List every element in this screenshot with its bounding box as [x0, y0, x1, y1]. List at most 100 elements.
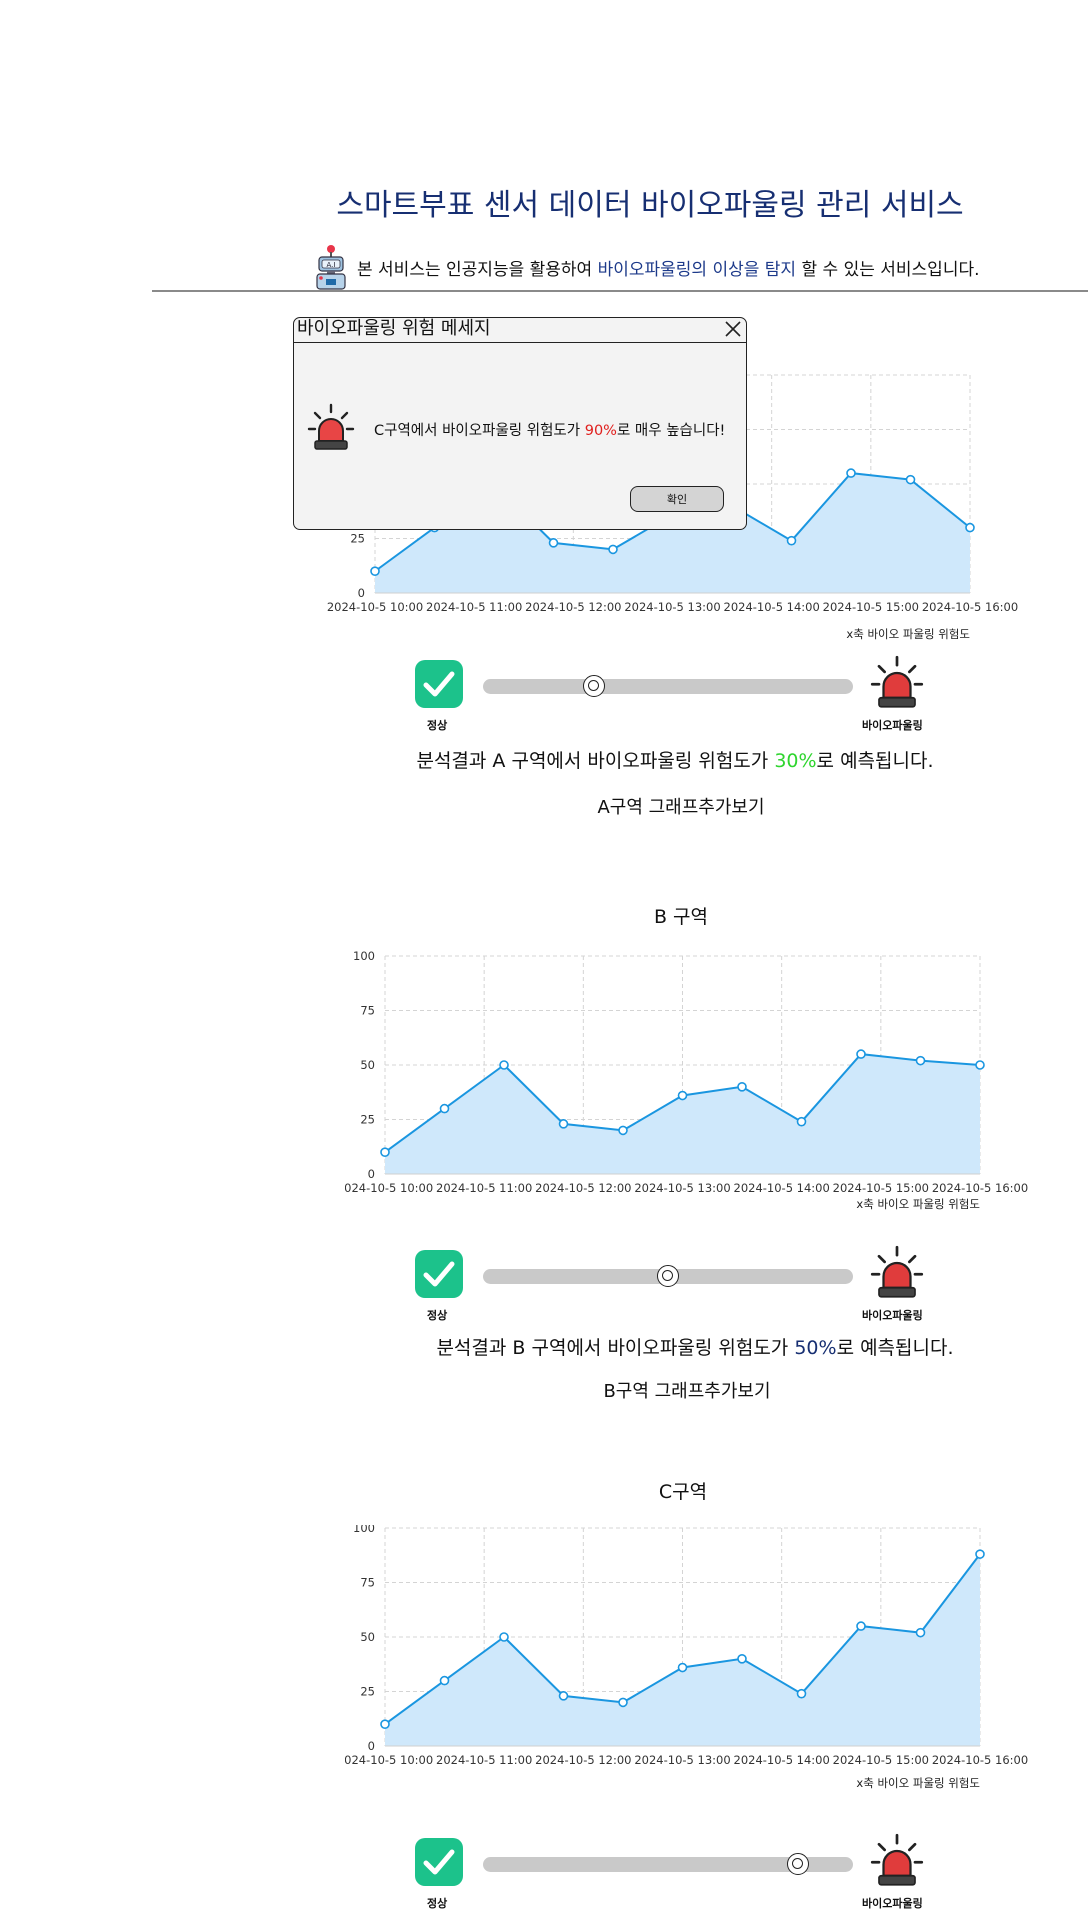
data-point[interactable]	[499, 1632, 509, 1642]
y-tick-label: 50	[360, 1058, 375, 1072]
y-tick-label: 0	[368, 1167, 375, 1181]
data-point[interactable]	[558, 1691, 569, 1701]
chart-c-title: C구역	[658, 1481, 708, 1503]
y-tick-label: 100	[353, 1525, 375, 1535]
risk-slider-knob[interactable]	[657, 1265, 679, 1287]
x-tick-label: 2024-10-5 14:00	[734, 1753, 830, 1767]
result-b-percent: 50%	[794, 1337, 837, 1359]
series-area	[385, 1054, 980, 1174]
x-tick-label: 2024-10-5 11:00	[426, 600, 522, 614]
check-icon	[415, 1250, 463, 1298]
siren-icon	[870, 1833, 924, 1887]
y-tick-label: 25	[360, 1685, 375, 1699]
close-icon[interactable]	[723, 319, 743, 339]
check-icon	[415, 1838, 463, 1886]
chart-b: 0 25 50 75 100 2024-10-5 10:00 2024-10-5 11:00…	[345, 950, 1028, 1211]
x-tick-label: 2024-10-5 15:00	[823, 600, 919, 614]
x-tick-label: 2024-10-5 15:00	[833, 1181, 929, 1195]
confirm-button[interactable]: 확인	[630, 486, 724, 512]
data-point[interactable]	[796, 1688, 807, 1699]
data-point[interactable]	[618, 1697, 628, 1708]
biofouling-label: 바이오파울링	[862, 1897, 923, 1910]
data-point[interactable]	[856, 1049, 866, 1059]
x-tick-label: 2024-10-5 11:00	[436, 1753, 532, 1767]
siren-icon	[870, 655, 924, 709]
y-tick-label: 0	[368, 1739, 375, 1753]
data-point[interactable]	[975, 1060, 985, 1070]
data-point[interactable]	[786, 535, 797, 546]
data-point[interactable]	[439, 1103, 450, 1114]
x-tick-label: 2024-10-5 11:00	[436, 1181, 532, 1195]
y-tick-label: 75	[360, 1576, 375, 1590]
data-point[interactable]	[499, 1060, 509, 1070]
x-tick-label: 2024-10-5 10:00	[345, 1753, 433, 1767]
data-point[interactable]	[558, 1119, 569, 1129]
data-point[interactable]	[380, 1719, 390, 1729]
svg-text:A.I: A.I	[327, 261, 336, 269]
data-point[interactable]	[856, 1621, 866, 1631]
chart-c: 0 25 50 75 100 2024-10-5 10:00 2024-10-5 11:00…	[345, 1525, 1028, 1790]
risk-slider-knob[interactable]	[786, 1853, 809, 1875]
data-point[interactable]	[548, 538, 559, 548]
result-b-text: 분석결과 B 구역에서 바이오파울링 위험도가	[436, 1337, 795, 1359]
b-more-graph-link[interactable]: B구역 그래프추가보기	[487, 1377, 887, 1403]
data-point[interactable]	[737, 1082, 747, 1092]
data-point[interactable]	[677, 1662, 688, 1673]
x-tick-label: 2024-10-5 14:00	[734, 1181, 830, 1195]
header-divider	[152, 290, 1088, 292]
data-point[interactable]	[915, 1055, 926, 1066]
data-point[interactable]	[905, 474, 916, 485]
subtitle-text: 본 서비스는 인공지능을 활용하여	[357, 259, 598, 280]
result-a: 분석결과 A 구역에서 바이오파울링 위험도가 30%로 예측됩니다.	[325, 746, 1025, 773]
x-axis-caption: x축 바이오 파울링 위험도	[856, 1776, 980, 1790]
data-point[interactable]	[370, 566, 380, 576]
result-a-text: 분석결과 A 구역에서 바이오파울링 위험도가	[416, 750, 775, 772]
normal-label: 정상	[427, 1309, 448, 1322]
y-tick-label: 0	[358, 586, 365, 600]
dialog-message: C구역에서 바이오파울링 위험도가 90%로 매우 높습니다!	[374, 419, 725, 440]
data-point[interactable]	[796, 1116, 807, 1127]
risk-gauge-b: 정상 바이오파울링	[415, 1245, 935, 1330]
risk-slider-knob[interactable]	[583, 675, 605, 697]
data-point[interactable]	[975, 1549, 985, 1559]
a-more-graph-link[interactable]: A구역 그래프추가보기	[481, 793, 881, 819]
x-axis-caption: x축 바이오 파울링 위험도	[846, 627, 970, 641]
result-a-text-end: 로 예측됩니다.	[816, 750, 934, 772]
x-tick-label: 2024-10-5 12:00	[535, 1181, 631, 1195]
data-point[interactable]	[915, 1627, 926, 1638]
result-b: 분석결과 B 구역에서 바이오파울링 위험도가 50%로 예측됩니다.	[345, 1333, 1045, 1360]
data-point[interactable]	[618, 1125, 628, 1136]
biofouling-alert-dialog: 바이오파울링 위험 메세지 C구역에서 바이오파울링 위험도가 90%로 매우 …	[293, 317, 747, 530]
subtitle-text-end: 할 수 있는 서비스입니다.	[796, 259, 980, 280]
dialog-header: 바이오파울링 위험 메세지	[294, 318, 746, 343]
data-point[interactable]	[965, 522, 975, 533]
data-point[interactable]	[846, 468, 856, 478]
data-point[interactable]	[677, 1090, 688, 1101]
data-point[interactable]	[737, 1654, 747, 1664]
y-tick-label: 25	[360, 1113, 375, 1127]
x-axis-caption: x축 바이오 파울링 위험도	[856, 1197, 980, 1211]
x-tick-label: 2024-10-5 14:00	[724, 600, 820, 614]
y-tick-label: 25	[350, 532, 365, 546]
robot-icon: A.I	[313, 244, 349, 290]
y-tick-label: 100	[353, 950, 375, 963]
x-tick-label: 2024-10-5 16:00	[922, 600, 1018, 614]
biofouling-label: 바이오파울링	[862, 1309, 923, 1322]
x-tick-label: 2024-10-5 13:00	[634, 1753, 730, 1767]
y-tick-label: 75	[360, 1004, 375, 1018]
dialog-title: 바이오파울링 위험 메세지	[297, 318, 491, 339]
data-point[interactable]	[608, 544, 618, 555]
risk-gauge-c: 정상 바이오파울링	[415, 1833, 935, 1918]
risk-slider-track	[483, 679, 853, 694]
data-point[interactable]	[439, 1675, 450, 1686]
data-point[interactable]	[380, 1147, 390, 1157]
dialog-message-text: C구역에서 바이오파울링 위험도가	[374, 423, 585, 439]
service-description: A.I 본 서비스는 인공지능을 활용하여 바이오파울링의 이상을 탐지 할 수…	[313, 244, 980, 290]
x-tick-label: 2024-10-5 13:00	[634, 1181, 730, 1195]
dialog-message-percent: 90%	[584, 423, 617, 439]
subtitle-highlight: 바이오파울링의 이상을 탐지	[597, 259, 797, 280]
normal-label: 정상	[427, 719, 448, 732]
dialog-message-text-end: 로 매우 높습니다!	[616, 423, 726, 439]
chart-b-title: B 구역	[653, 906, 709, 928]
x-tick-label: 2024-10-5 10:00	[345, 1181, 433, 1195]
